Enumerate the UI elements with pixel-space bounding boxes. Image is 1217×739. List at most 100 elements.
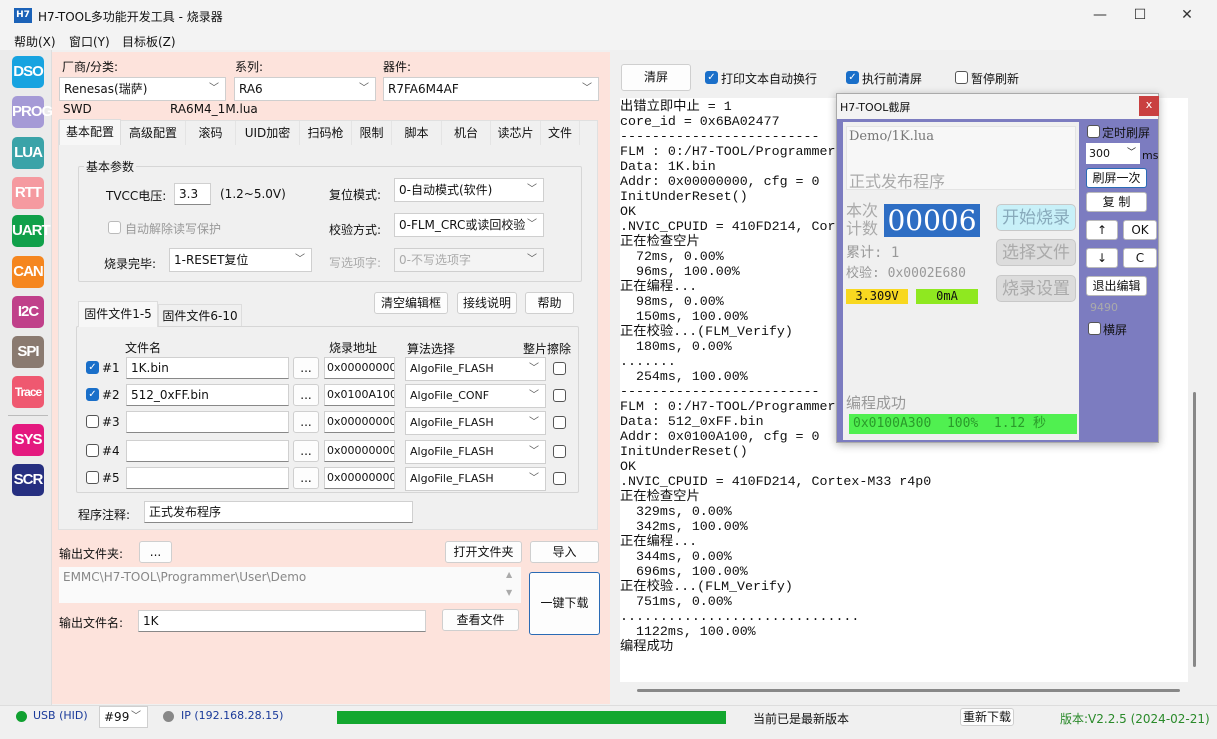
console-vscrollbar[interactable] (1193, 392, 1196, 667)
file-browse-button[interactable]: ... (293, 467, 319, 489)
chip-erase-checkbox[interactable] (553, 445, 566, 458)
sidebar-uart-button[interactable]: UART (12, 215, 51, 247)
file-browse-button[interactable]: ... (293, 440, 319, 462)
option-select[interactable]: 0-不写选项字 ﹀ (394, 248, 544, 272)
chip-erase-checkbox[interactable] (553, 362, 566, 375)
file-enable-checkbox[interactable] (86, 471, 99, 484)
output-path-box[interactable]: EMMC\H7-TOOL\Programmer\User\Demo (59, 567, 521, 603)
copy-button[interactable]: 复 制 (1086, 192, 1147, 212)
finish-select[interactable]: 1-RESET复位 ﹀ (169, 248, 312, 272)
file-name-input[interactable] (126, 411, 289, 433)
sidebar-prog-button[interactable]: PROG (12, 96, 53, 128)
one-key-download-button[interactable]: 一键下载 (529, 572, 600, 635)
scroll-down-icon[interactable]: ▼ (506, 588, 512, 597)
select-file-button[interactable]: 选择文件 (996, 239, 1076, 266)
exit-edit-button[interactable]: 退出编辑 (1086, 276, 1147, 296)
tab-0[interactable]: 基本配置 (59, 119, 121, 145)
view-file-button[interactable]: 查看文件 (442, 609, 519, 631)
clear-before-checkbox[interactable]: ✓ (846, 71, 859, 84)
series-select[interactable]: RA6 ﹀ (234, 77, 376, 101)
c-button[interactable]: C (1123, 248, 1157, 268)
file-enable-checkbox[interactable] (86, 415, 99, 428)
tab-6[interactable]: 脚本 (392, 121, 442, 145)
start-program-button[interactable]: 开始烧录 (996, 204, 1076, 231)
clear-edit-button[interactable]: 清空编辑框 (374, 292, 448, 314)
file-name-input[interactable]: 1K.bin (126, 357, 289, 379)
chip-erase-checkbox[interactable] (553, 472, 566, 485)
clear-screen-button[interactable]: 清屏 (621, 64, 691, 91)
file-name-input[interactable] (126, 440, 289, 462)
auto-unlock-checkbox[interactable] (108, 221, 121, 234)
file-algorithm-select[interactable]: AlgoFile_FLASH ﹀ (405, 440, 546, 464)
wiring-button[interactable]: 接线说明 (457, 292, 517, 314)
tab-1[interactable]: 高级配置 (121, 121, 186, 145)
sidebar-rtt-button[interactable]: RTT (12, 177, 44, 209)
pause-refresh-checkbox[interactable] (955, 71, 968, 84)
file-algorithm-select[interactable]: AlgoFile_FLASH ﹀ (405, 467, 546, 491)
file-algorithm-select[interactable]: AlgoFile_FLASH ﹀ (405, 411, 546, 435)
file-enable-checkbox[interactable]: ✓ (86, 361, 99, 374)
sidebar-can-button[interactable]: CAN (12, 256, 44, 288)
tab-4[interactable]: 扫码枪 (300, 121, 352, 145)
file-enable-checkbox[interactable]: ✓ (86, 388, 99, 401)
file-address-input[interactable]: 0x00000000 (324, 411, 395, 433)
scroll-up-icon[interactable]: ▲ (506, 570, 512, 579)
menu-window[interactable]: 窗口(Y) (69, 33, 110, 50)
tab-9[interactable]: 文件 (541, 121, 580, 145)
tab-2[interactable]: 滚码 (186, 121, 236, 145)
program-settings-button[interactable]: 烧录设置 (996, 275, 1076, 302)
popup-close-button[interactable]: x (1139, 96, 1159, 116)
port-select[interactable]: #99 ﹀ (99, 706, 148, 728)
menu-help[interactable]: 帮助(X) (14, 33, 56, 50)
file-browse-button[interactable]: ... (293, 384, 319, 406)
file-name-input[interactable]: 512_0xFF.bin (126, 384, 289, 406)
sidebar-dso-button[interactable]: DSO (12, 56, 44, 88)
menu-target-board[interactable]: 目标板(Z) (122, 33, 176, 50)
comment-input[interactable]: 正式发布程序 (144, 501, 413, 523)
output-folder-browse-button[interactable]: ... (139, 541, 172, 563)
tab-7[interactable]: 机台 (442, 121, 491, 145)
tab-8[interactable]: 读芯片 (491, 121, 541, 145)
file-name-input[interactable] (126, 467, 289, 489)
refresh-once-button[interactable]: 刷屏一次 (1086, 168, 1147, 188)
down-button[interactable]: ↓ (1086, 248, 1118, 268)
landscape-checkbox[interactable] (1088, 322, 1101, 335)
tab-5[interactable]: 限制 (352, 121, 392, 145)
reset-mode-select[interactable]: 0-自动模式(软件) ﹀ (394, 178, 544, 202)
file-browse-button[interactable]: ... (293, 411, 319, 433)
help-button[interactable]: 帮助 (525, 292, 574, 314)
console-hscrollbar[interactable] (637, 689, 1180, 692)
file-address-input[interactable]: 0x0100A100 (324, 384, 395, 406)
file-algorithm-select[interactable]: AlgoFile_CONF ﹀ (405, 384, 546, 408)
import-button[interactable]: 导入 (530, 541, 599, 563)
tab-files-1-5[interactable]: 固件文件1-5 (78, 301, 158, 327)
sidebar-scr-button[interactable]: SCR (12, 464, 44, 496)
sidebar-trace-button[interactable]: Trace (12, 376, 44, 408)
chip-erase-checkbox[interactable] (553, 416, 566, 429)
wrap-checkbox[interactable]: ✓ (705, 71, 718, 84)
file-algorithm-select[interactable]: AlgoFile_FLASH ﹀ (405, 357, 546, 381)
file-browse-button[interactable]: ... (293, 357, 319, 379)
tab-3[interactable]: UID加密 (236, 121, 300, 145)
file-enable-checkbox[interactable] (86, 444, 99, 457)
vendor-select[interactable]: Renesas(瑞萨) ﹀ (59, 77, 226, 101)
output-name-input[interactable]: 1K (138, 610, 426, 632)
tvcc-input[interactable]: 3.3 (174, 183, 211, 205)
sidebar-spi-button[interactable]: SPI (12, 336, 44, 368)
open-folder-button[interactable]: 打开文件夹 (445, 541, 522, 563)
part-select[interactable]: R7FA6M4AF ﹀ (383, 77, 599, 101)
timer-refresh-checkbox[interactable] (1087, 125, 1100, 138)
sidebar-sys-button[interactable]: SYS (12, 424, 44, 456)
up-button[interactable]: ↑ (1086, 220, 1118, 240)
chip-erase-checkbox[interactable] (553, 389, 566, 402)
file-address-input[interactable]: 0x00000000 (324, 467, 395, 489)
tab-files-6-10[interactable]: 固件文件6-10 (158, 304, 242, 326)
maximize-button[interactable]: ☐ (1117, 0, 1163, 30)
verify-select[interactable]: 0-FLM_CRC或读回校验 ﹀ (394, 213, 544, 237)
ok-button[interactable]: OK (1123, 220, 1157, 240)
interval-select[interactable]: 300 ﹀ (1086, 143, 1140, 164)
close-button[interactable]: ✕ (1164, 0, 1210, 30)
sidebar-lua-button[interactable]: LUA (12, 137, 44, 169)
file-address-input[interactable]: 0x00000000 (324, 440, 395, 462)
file-address-input[interactable]: 0x00000000 (324, 357, 395, 379)
